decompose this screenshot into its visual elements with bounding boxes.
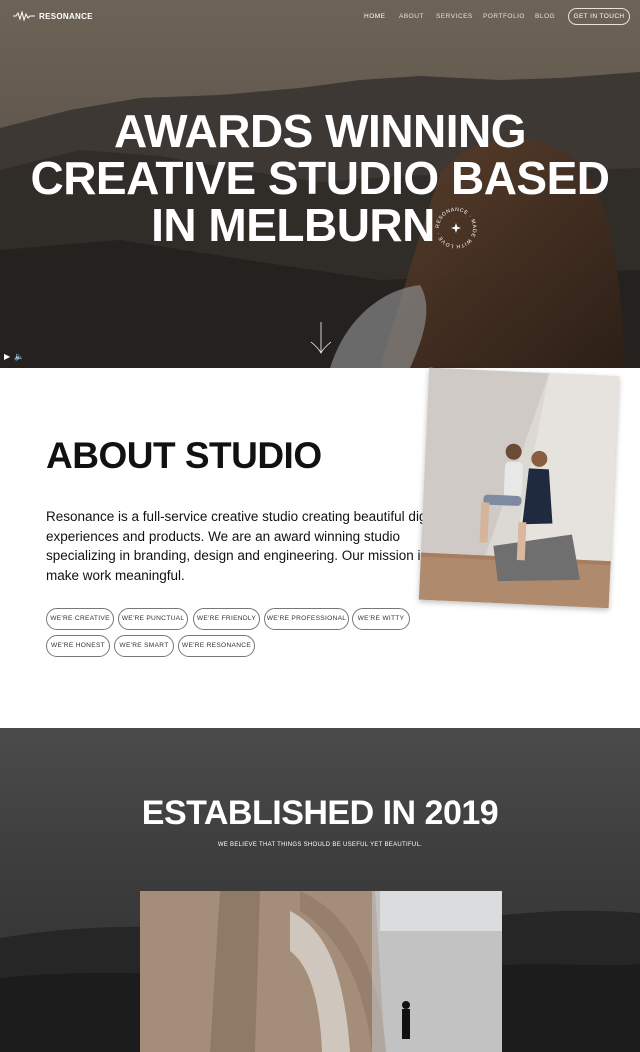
scroll-down-icon[interactable] — [310, 322, 332, 356]
nav-link-blog[interactable]: BLOG — [535, 13, 555, 20]
established-section: ESTABLISHED IN 2019 WE BELIEVE THAT THIN… — [0, 728, 640, 1052]
nav-link-services[interactable]: SERVICES — [436, 13, 473, 20]
tag-witty[interactable]: WE'RE WITTY — [352, 608, 410, 630]
tag-resonance[interactable]: WE'RE RESONANCE — [178, 635, 255, 657]
about-description: Resonance is a full-service creative stu… — [46, 509, 444, 583]
architecture-photo — [140, 891, 502, 1052]
established-subtitle: WE BELIEVE THAT THINGS SHOULD BE USEFUL … — [217, 842, 423, 848]
tag-creative[interactable]: WE'RE CREATIVE — [46, 608, 114, 630]
about-studio-photo — [418, 367, 620, 609]
tag-smart[interactable]: WE'RE SMART — [114, 635, 174, 657]
brand-logo[interactable]: RESONANCE — [13, 11, 93, 21]
top-navigation: RESONANCE HOME ABOUT SERVICES PORTFOLIO … — [0, 0, 640, 34]
brand-name: RESONANCE — [39, 11, 93, 21]
hero-title-line-2: CREATIVE STUDIO BASED — [30, 152, 610, 204]
hero-title-line-3: IN MELBURN — [151, 199, 435, 251]
made-with-love-badge: RESONANCE · MADE WITH LOVE · — [435, 207, 477, 249]
volume-icon[interactable]: 🔈 — [14, 352, 24, 361]
about-title: ABOUT STUDIO — [46, 435, 322, 476]
get-in-touch-button[interactable]: GET IN TOUCH — [568, 8, 630, 25]
nav-link-portfolio[interactable]: PORTFOLIO — [483, 13, 525, 20]
tag-professional[interactable]: WE'RE PROFESSIONAL — [264, 608, 349, 630]
play-icon[interactable]: ▶ — [4, 352, 10, 361]
nav-link-home[interactable]: HOME — [364, 13, 386, 20]
waveform-icon — [13, 11, 35, 21]
nav-link-about[interactable]: ABOUT — [399, 13, 424, 20]
tag-honest[interactable]: WE'RE HONEST — [46, 635, 110, 657]
hero-title-line-1: AWARDS WINNING — [113, 105, 527, 157]
established-title: ESTABLISHED IN 2019 — [141, 794, 499, 832]
hero-title: AWARDS WINNING CREATIVE STUDIO BASED IN … — [0, 108, 640, 249]
hero-section: RESONANCE HOME ABOUT SERVICES PORTFOLIO … — [0, 0, 640, 368]
tag-friendly[interactable]: WE'RE FRIENDLY — [193, 608, 260, 630]
sparkle-icon — [451, 223, 461, 233]
tag-punctual[interactable]: WE'RE PUNCTUAL — [118, 608, 188, 630]
